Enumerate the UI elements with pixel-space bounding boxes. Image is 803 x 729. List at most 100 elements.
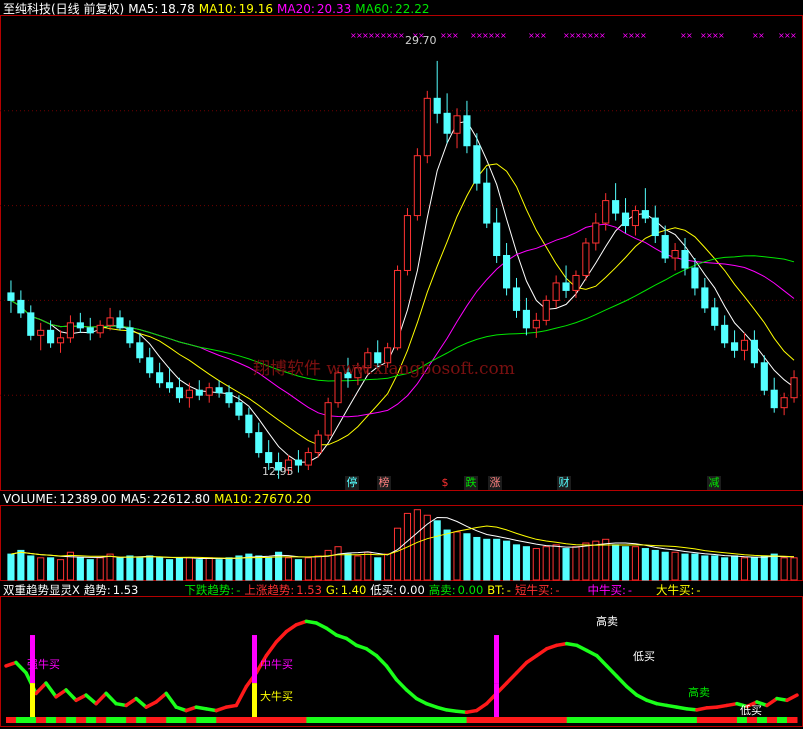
trend-state-bar xyxy=(726,717,738,723)
candle-body xyxy=(393,269,402,349)
volume-bar xyxy=(27,555,35,581)
volume-bar xyxy=(641,548,649,581)
volume-label: VOLUME: xyxy=(3,492,58,506)
volume-bar xyxy=(165,559,174,581)
volume-bar xyxy=(393,527,402,581)
trend-state-bar xyxy=(216,717,227,723)
trend-segment xyxy=(534,647,549,658)
trend-state-bar xyxy=(166,717,177,723)
trend-label: 趋势: xyxy=(83,583,111,597)
trend-state-bar xyxy=(336,717,347,723)
trend-state-bar xyxy=(566,717,578,723)
volume-bar xyxy=(175,557,184,581)
volume-bar xyxy=(265,557,273,581)
candle-body xyxy=(136,342,144,359)
ma20-label: MA20: xyxy=(277,2,315,16)
trend-state-bar xyxy=(246,717,257,723)
volume-value: 12389.00 xyxy=(59,492,117,506)
volume-bar xyxy=(730,555,739,581)
trend-state-bar xyxy=(256,717,267,723)
price-panel-header: 至纯科技(日线 前复权) MA5: 18.78 MA10: 19.16 MA20: 20.3… xyxy=(3,2,434,16)
volume-bar xyxy=(790,557,798,581)
trend-state-bar xyxy=(76,717,87,723)
candle-body xyxy=(532,319,540,329)
candle-body xyxy=(740,339,749,351)
trend-state-bar xyxy=(516,717,528,723)
candle-body xyxy=(433,97,441,114)
trend-state-bar xyxy=(786,717,798,723)
trend-state-bar xyxy=(426,717,438,723)
event-badge-reduce[interactable]: 减 xyxy=(707,476,721,490)
candle-body xyxy=(552,282,560,301)
volume-bar xyxy=(195,559,203,581)
trend-state-bar xyxy=(396,717,408,723)
candle-body xyxy=(96,324,104,334)
volume-bar xyxy=(770,553,778,581)
signal-marker: × xyxy=(500,31,507,40)
candle-body xyxy=(126,327,134,344)
candle-body xyxy=(750,339,758,364)
volume-bar xyxy=(780,557,788,581)
event-badge-fall[interactable]: 跌 xyxy=(464,476,478,490)
trend-segment xyxy=(54,688,68,699)
trend-state-bar xyxy=(176,717,187,723)
volume-bar xyxy=(592,540,600,581)
candle-body xyxy=(542,299,550,321)
candle-body xyxy=(106,317,114,326)
volume-panel-header: VOLUME: 12389.00 MA5: 22612.80 MA10: 27670.20 xyxy=(3,492,315,506)
trend-state-bar xyxy=(386,717,397,723)
big-bull-label: 大牛买: xyxy=(656,583,695,597)
trend-state-bar xyxy=(186,717,197,723)
signal-label-low-buy: 低买 xyxy=(633,650,655,663)
event-badge-dollar[interactable]: $ xyxy=(440,476,450,490)
up-trend-label: 上涨趋势: xyxy=(244,583,295,597)
trend-state-bar xyxy=(156,717,167,723)
volume-bar xyxy=(433,520,441,581)
volume-bar xyxy=(483,538,491,581)
event-badge-finance[interactable]: 财 xyxy=(557,476,571,490)
trend-segment xyxy=(284,622,299,634)
volume-bar xyxy=(304,557,312,581)
candle-body xyxy=(621,212,630,227)
trend-state-bar xyxy=(226,717,237,723)
volume-bar xyxy=(126,555,134,581)
candle-body xyxy=(473,145,481,184)
trend-state-bar xyxy=(116,717,127,723)
signal-marker: × xyxy=(758,31,765,40)
signal-marker: × xyxy=(790,31,797,40)
trend-state-bar xyxy=(406,717,418,723)
event-badge-rise[interactable]: 涨 xyxy=(488,476,502,490)
candle-body xyxy=(146,357,154,374)
low-price-label: 12.95 xyxy=(262,465,294,478)
trend-state-bar xyxy=(596,717,608,723)
trend-state-bar xyxy=(276,717,287,723)
bull-pillar-top xyxy=(494,635,499,684)
candle-body xyxy=(730,342,739,351)
trend-state-bar xyxy=(506,717,518,723)
signal-marker: × xyxy=(599,31,606,40)
trend-state-bar xyxy=(106,717,117,723)
bt-label: BT: xyxy=(487,583,505,597)
trend-state-bar xyxy=(366,717,377,723)
trend-segment xyxy=(474,701,489,713)
signal-label-high-sell: 高卖 xyxy=(596,615,618,628)
candle-body xyxy=(453,115,461,134)
trend-segment xyxy=(364,647,379,658)
trend-value: 1.53 xyxy=(112,583,139,597)
volume-bar xyxy=(146,555,154,581)
trend-state-bar xyxy=(126,717,137,723)
volume-bar xyxy=(225,557,233,581)
down-trend-label: 下跌趋势: xyxy=(184,583,235,597)
volume-bar xyxy=(344,553,352,581)
trend-state-bar xyxy=(326,717,337,723)
volume-bar xyxy=(760,555,768,581)
trend-segment xyxy=(134,696,148,709)
candle-body xyxy=(701,287,709,309)
trend-segment xyxy=(765,696,779,708)
event-badge-list[interactable]: 榜 xyxy=(377,476,391,490)
event-badge-halt[interactable]: 停 xyxy=(345,476,359,490)
mid-bull-label: 中牛买: xyxy=(587,583,626,597)
candle-body xyxy=(790,377,798,399)
volume-bar xyxy=(651,549,659,581)
candle-body xyxy=(304,452,312,466)
